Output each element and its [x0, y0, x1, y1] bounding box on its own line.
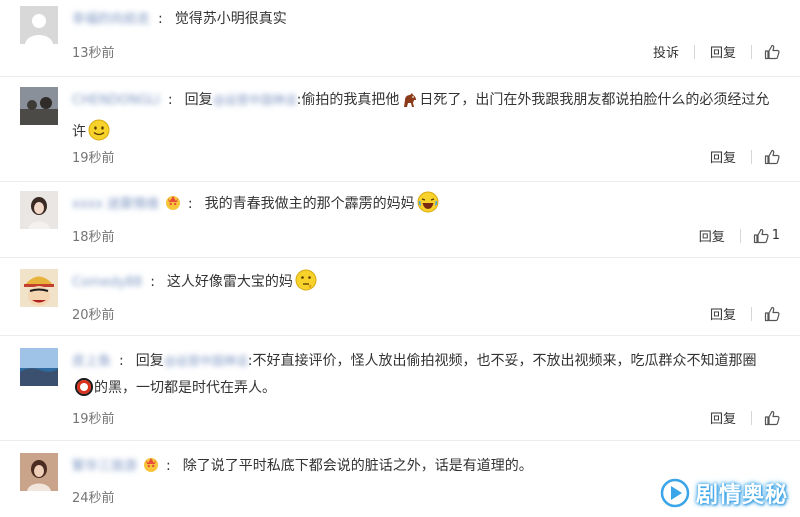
username-link[interactable]: Comedy88	[72, 269, 142, 296]
avatar[interactable]	[20, 269, 58, 307]
thumbs-up-icon	[753, 228, 769, 243]
comment-actions: 投诉 回复	[650, 42, 780, 61]
reply-button[interactable]: 回复	[707, 304, 739, 323]
avatar[interactable]	[20, 87, 58, 125]
reply-button[interactable]: 回复	[707, 408, 739, 427]
comment-actions: 回复	[707, 147, 780, 166]
like-button[interactable]	[764, 410, 780, 426]
reply-button[interactable]: 回复	[707, 42, 739, 61]
avatar[interactable]	[20, 453, 58, 491]
horse-emoji-icon	[401, 91, 419, 119]
comment-body: :不好直接评价，怪人放出偷拍视频，也不妥，不放出视频来，吃瓜群众不知道那圈	[247, 353, 757, 369]
like-count: 1	[771, 228, 780, 243]
divider	[739, 228, 741, 243]
comment-actions: 回复 1	[696, 226, 780, 245]
reply-button[interactable]: 回复	[696, 226, 728, 245]
timestamp: 20秒前	[72, 308, 115, 323]
comment-item: 皮上鱼: 回复@运营中国神话:不好直接评价，怪人放出偷拍视频，也不妥，不放出视频来…	[0, 336, 800, 441]
watermark-text: 剧情奥秘	[695, 483, 788, 508]
comment-body: 我的青春我做主的那个霹雳的妈妈	[204, 196, 415, 212]
comment-text: xxxx 迷雾情缘 : 我的青春我做主的那个霹雳的妈妈	[72, 191, 772, 223]
avatar[interactable]	[20, 191, 58, 229]
timestamp: 24秒前	[72, 491, 115, 506]
like-button[interactable]: 1	[753, 228, 780, 244]
ring-emoji-icon	[74, 377, 94, 407]
divider	[693, 44, 695, 59]
comment-text: 幸福的向前走: 觉得苏小明很真实	[72, 6, 772, 33]
comment-text: CHENDONGLI: 回复@运营中国神话:偷拍的我真把他 日死了，出门在外我跟我…	[72, 87, 772, 151]
thumbs-up-icon	[764, 410, 780, 425]
like-button[interactable]	[764, 44, 780, 60]
comment-item: 幸福的向前走: 觉得苏小明很真实 13秒前 投诉 回复	[0, 0, 800, 77]
timestamp: 19秒前	[72, 151, 115, 166]
play-logo-icon	[660, 478, 690, 508]
username-link[interactable]: 繁华三旅游	[72, 453, 137, 480]
username-link[interactable]: 皮上鱼	[72, 348, 111, 375]
thinking-emoji-icon	[295, 269, 317, 301]
comment-list: 幸福的向前走: 觉得苏小明很真实 13秒前 投诉 回复 CHENDONGLI:…	[0, 0, 800, 517]
mention-link[interactable]: @运营中国神话	[164, 348, 248, 375]
like-button[interactable]	[764, 149, 780, 165]
comment-item: CHENDONGLI: 回复@运营中国神话:偷拍的我真把他 日死了，出门在外我跟我…	[0, 77, 800, 182]
reply-button[interactable]: 回复	[707, 147, 739, 166]
timestamp: 18秒前	[72, 230, 115, 245]
username-link[interactable]: 幸福的向前走	[72, 6, 150, 33]
comment-body: 这人好像雷大宝的妈	[166, 274, 293, 290]
divider	[751, 44, 752, 59]
comment-item: Comedy88: 这人好像雷大宝的妈 20秒前 回复	[0, 258, 800, 336]
watermark: 剧情奥秘	[660, 477, 788, 509]
comment-body-cont: 日死了，出门在外我跟我朋友都说拍脸什么的必须经过允许	[72, 92, 770, 140]
timestamp: 13秒前	[72, 46, 115, 61]
comment-actions: 回复	[707, 304, 780, 323]
like-button[interactable]	[764, 306, 780, 322]
avatar[interactable]	[20, 348, 58, 386]
comment-text: Comedy88: 这人好像雷大宝的妈	[72, 269, 772, 301]
timestamp: 19秒前	[72, 412, 115, 427]
divider	[751, 149, 752, 164]
thumbs-up-icon	[764, 149, 780, 164]
mention-link[interactable]: @运营中国神话	[213, 87, 297, 114]
comment-item: xxxx 迷雾情缘 : 我的青春我做主的那个霹雳的妈妈 18秒前 回复 1	[0, 182, 800, 258]
crown-badge-icon	[142, 455, 160, 483]
comment-body: 除了说了平时私底下都会说的脏话之外，话是有道理的。	[182, 458, 533, 474]
comment-actions: 回复	[707, 408, 780, 427]
comment-body-cont: 的黑，一切都是时代在弄人。	[94, 380, 276, 396]
divider	[751, 306, 752, 321]
laugh-emoji-icon	[417, 191, 439, 223]
report-button[interactable]: 投诉	[650, 42, 682, 61]
avatar[interactable]	[20, 6, 58, 44]
comment-body: 觉得苏小明很真实	[174, 11, 287, 27]
username-link[interactable]: xxxx 迷雾情缘	[72, 191, 159, 218]
username-link[interactable]: CHENDONGLI	[72, 87, 160, 114]
thumbs-up-icon	[764, 44, 780, 59]
comment-text: 皮上鱼: 回复@运营中国神话:不好直接评价，怪人放出偷拍视频，也不妥，不放出视频来…	[72, 348, 772, 407]
thumbs-up-icon	[764, 306, 780, 321]
comment-body: :偷拍的我真把他	[296, 92, 400, 108]
crown-badge-icon	[164, 193, 182, 221]
divider	[751, 410, 752, 425]
